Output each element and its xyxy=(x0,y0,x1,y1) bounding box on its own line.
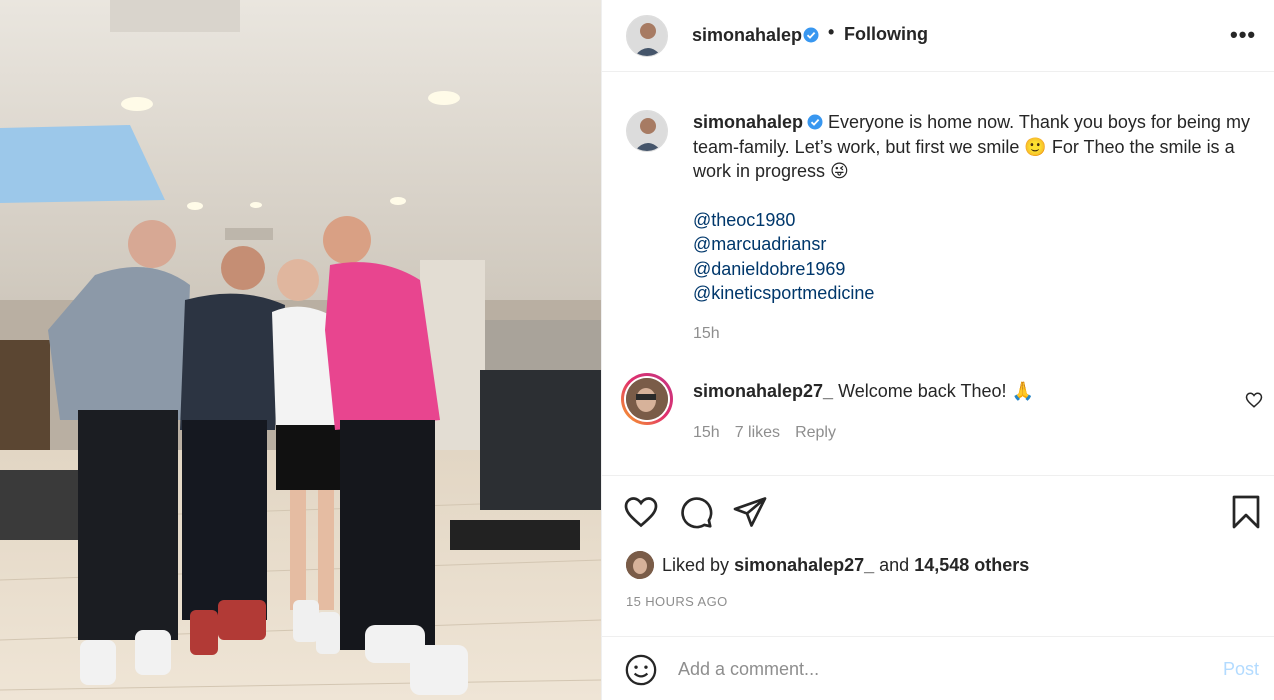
comment-meta: 15h 7 likes Reply xyxy=(693,424,836,442)
caption-username[interactable]: simonahalep xyxy=(693,112,803,132)
mention-link[interactable]: @danieldobre1969 xyxy=(693,257,1258,282)
avatar-image xyxy=(627,16,667,56)
post-actions xyxy=(602,475,1274,545)
avatar-image xyxy=(626,551,654,579)
liked-by: Liked by simonahalep27_ and 14,548 other… xyxy=(626,551,1029,579)
author-avatar[interactable] xyxy=(626,15,668,57)
caption-time[interactable]: 15h xyxy=(693,325,720,343)
author-username[interactable]: simonahalep xyxy=(692,25,802,46)
gym-group-photo xyxy=(0,0,601,700)
comment-like-heart-icon[interactable] xyxy=(1245,391,1263,409)
post-side-panel: simonahalep • Following ••• simonahalep … xyxy=(601,0,1274,700)
mention-link[interactable]: @marcuadriansr xyxy=(693,232,1258,257)
mention-link[interactable]: @kineticsportmedicine xyxy=(693,281,1258,306)
post-header: simonahalep • Following ••• xyxy=(602,0,1274,72)
liked-by-and: and xyxy=(879,554,910,575)
comment-time[interactable]: 15h xyxy=(693,424,720,442)
verified-badge-icon xyxy=(803,27,819,43)
following-button[interactable]: Following xyxy=(844,24,928,45)
liked-by-others[interactable]: 14,548 others xyxy=(914,555,1029,576)
post-timestamp[interactable]: 15 HOURS AGO xyxy=(626,594,728,609)
avatar-image xyxy=(627,111,667,151)
commenter-avatar[interactable] xyxy=(621,373,673,425)
comment: simonahalep27_ Welcome back Theo! 🙏 xyxy=(693,381,1034,402)
commenter-username[interactable]: simonahalep27_ xyxy=(693,381,833,401)
separator-dot: • xyxy=(828,22,835,42)
caption-author-avatar[interactable] xyxy=(626,110,668,152)
add-comment-input[interactable] xyxy=(678,651,1198,687)
emoji-smiley-icon[interactable] xyxy=(624,653,658,687)
post-photo[interactable] xyxy=(0,0,601,700)
post-comment-button[interactable]: Post xyxy=(1223,659,1259,680)
like-heart-icon[interactable] xyxy=(623,494,659,530)
reply-button[interactable]: Reply xyxy=(795,424,836,442)
comment-bubble-icon[interactable] xyxy=(678,494,714,530)
comment-text: Welcome back Theo! 🙏 xyxy=(838,381,1034,401)
verified-badge-icon xyxy=(807,114,823,130)
save-bookmark-icon[interactable] xyxy=(1228,494,1264,530)
post-caption: simonahalep Everyone is home now. Thank … xyxy=(693,110,1258,306)
add-comment-bar: Post xyxy=(602,636,1274,700)
comment-likes[interactable]: 7 likes xyxy=(735,424,780,442)
caption-mentions: @theoc1980 @marcuadriansr @danieldobre19… xyxy=(693,208,1258,306)
share-paper-plane-icon[interactable] xyxy=(732,494,768,530)
liked-by-prefix: Liked by xyxy=(662,554,730,575)
mention-link[interactable]: @theoc1980 xyxy=(693,208,1258,233)
more-options-icon[interactable]: ••• xyxy=(1230,22,1256,48)
avatar-image xyxy=(626,378,668,420)
liked-by-user[interactable]: simonahalep27_ xyxy=(734,555,874,576)
liker-avatar[interactable] xyxy=(626,551,654,579)
